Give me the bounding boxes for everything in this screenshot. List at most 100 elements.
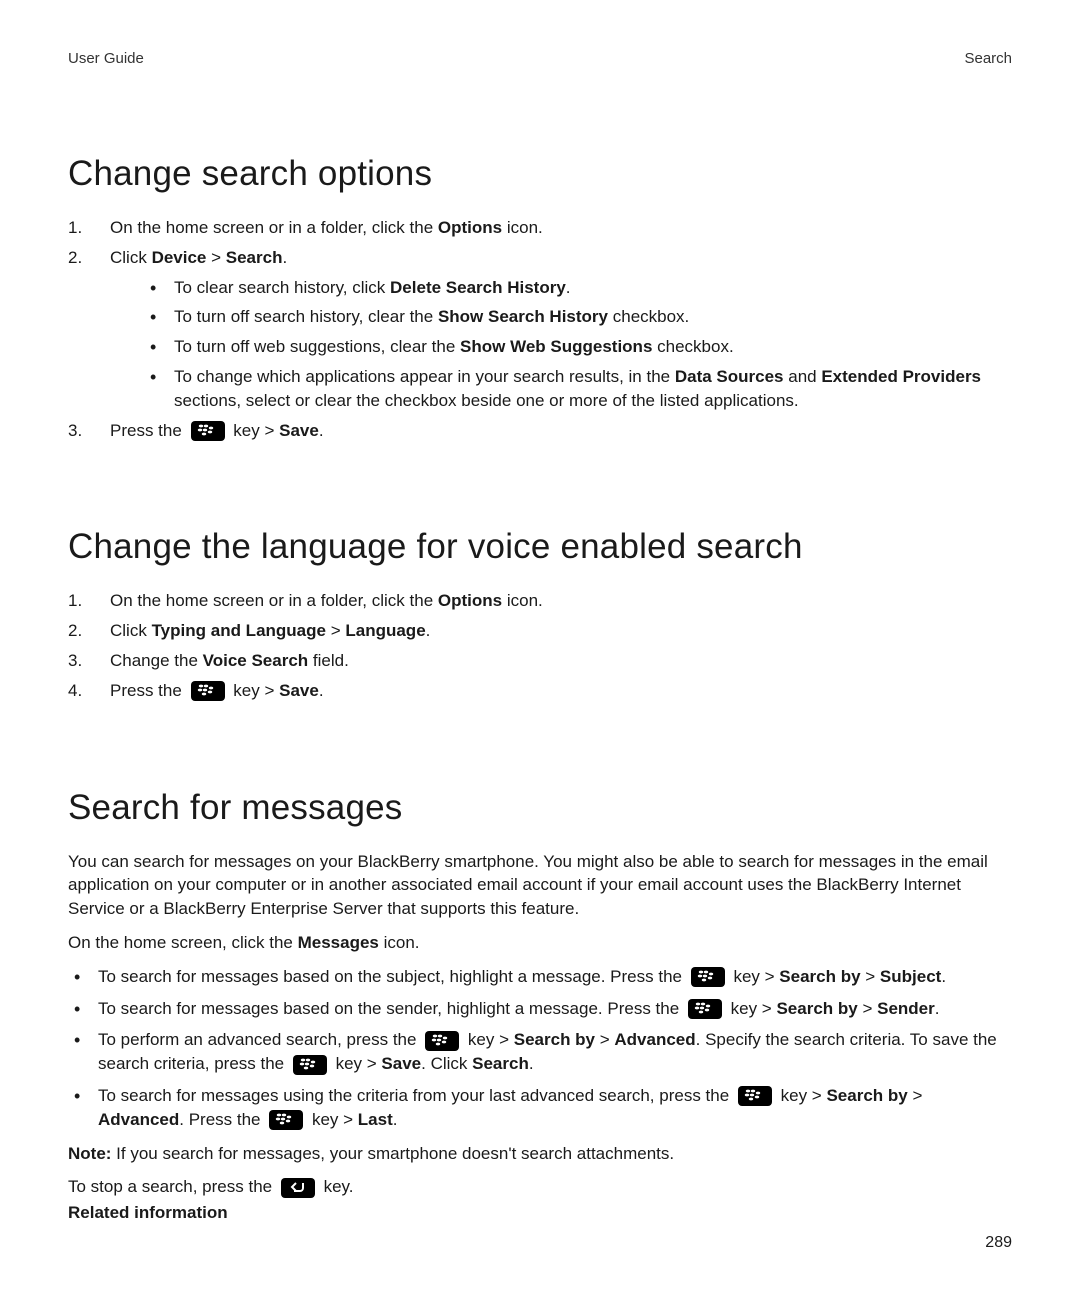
text: key > [776,1086,827,1105]
text: To turn off search history, clear the [174,307,438,326]
bullet-item: To search for messages based on the subj… [68,965,1012,989]
message-search-bullets: To search for messages based on the subj… [68,965,1012,1132]
blackberry-key-icon [691,967,725,987]
bold: Search by [779,967,860,986]
text: key > [726,999,777,1018]
step-4: Press the key > Save. [68,679,1012,703]
bold: Data Sources [675,367,784,386]
text: key > [307,1110,358,1129]
text: key > [229,421,280,440]
text: On the home screen or in a folder, click… [110,591,438,610]
text: > [861,967,880,986]
steps-change-search-options: On the home screen or in a folder, click… [68,216,1012,442]
related-info: Related information [68,1201,1012,1225]
bold: Typing and Language [152,621,326,640]
text: checkbox. [608,307,689,326]
bullet-item: To turn off search history, clear the Sh… [142,305,1012,329]
text: To change which applications appear in y… [174,367,675,386]
heading-search-messages: Search for messages [68,783,1012,832]
text: key > [463,1030,514,1049]
bullet-item: To perform an advanced search, press the… [68,1028,1012,1076]
text: . [282,248,287,267]
text: Click [110,248,152,267]
bold: Extended Providers [821,367,981,386]
bullet-item: To change which applications appear in y… [142,365,1012,413]
text: and [784,367,822,386]
step-2: Click Device > Search. To clear search h… [68,246,1012,413]
text: . [319,681,324,700]
back-key-icon [281,1178,315,1198]
bold: Subject [880,967,941,986]
blackberry-key-icon [425,1031,459,1051]
text: To clear search history, click [174,278,390,297]
bold: Sender [877,999,935,1018]
text: To perform an advanced search, press the [98,1030,421,1049]
bold: Search [226,248,283,267]
blackberry-key-icon [688,999,722,1019]
header-left: User Guide [68,48,144,69]
bullet-item: To clear search history, click Delete Se… [142,276,1012,300]
note-paragraph: Note: If you search for messages, your s… [68,1142,1012,1166]
text: . [566,278,571,297]
bold: Device [152,248,207,267]
text: Press the [110,681,187,700]
blackberry-key-icon [293,1055,327,1075]
bold: Show Search History [438,307,608,326]
text: Press the [110,421,187,440]
sub-bullets: To clear search history, click Delete Se… [142,276,1012,413]
header-right: Search [964,48,1012,69]
text: On the home screen or in a folder, click… [110,218,438,237]
bold: Show Web Suggestions [460,337,652,356]
text: To turn off web suggestions, clear the [174,337,460,356]
blackberry-key-icon [191,421,225,441]
bold: Related information [68,1203,228,1222]
bold: Save [279,681,319,700]
text: key > [729,967,780,986]
text: > [908,1086,923,1105]
bold: Last [358,1110,393,1129]
bold: Save [381,1054,421,1073]
text: . [529,1054,534,1073]
text: To search for messages based on the send… [98,999,684,1018]
document-page: User Guide Search Change search options … [0,0,1080,1296]
text: . [426,621,431,640]
heading-change-search-options: Change search options [68,149,1012,198]
text: > [206,248,225,267]
text: To search for messages using the criteri… [98,1086,734,1105]
blackberry-key-icon [191,681,225,701]
text: icon. [502,591,543,610]
bold: Options [438,591,502,610]
bullet-item: To search for messages based on the send… [68,997,1012,1021]
text: field. [308,651,349,670]
text: > [326,621,345,640]
page-number: 289 [985,1232,1012,1254]
text: To search for messages based on the subj… [98,967,687,986]
text: key > [331,1054,382,1073]
text: . Click [421,1054,472,1073]
bold: Search by [826,1086,907,1105]
step-3: Change the Voice Search field. [68,649,1012,673]
step-3: Press the key > Save. [68,419,1012,443]
stop-paragraph: To stop a search, press the key. [68,1175,1012,1199]
text: sections, select or clear the checkbox b… [174,391,799,410]
page-header: User Guide Search [68,48,1012,69]
bold: Search by [514,1030,595,1049]
steps-change-language: On the home screen or in a folder, click… [68,589,1012,702]
text: > [595,1030,614,1049]
text: Change the [110,651,203,670]
text: . Press the [179,1110,265,1129]
bold: Advanced [614,1030,695,1049]
text: . [935,999,940,1018]
bold: Note: [68,1144,111,1163]
bold: Search by [776,999,857,1018]
blackberry-key-icon [738,1086,772,1106]
bold: Search [472,1054,529,1073]
text: key. [319,1177,354,1196]
bold: Voice Search [203,651,309,670]
bold: Messages [298,933,379,952]
instruction-paragraph: On the home screen, click the Messages i… [68,931,1012,955]
step-1: On the home screen or in a folder, click… [68,216,1012,240]
text: key > [229,681,280,700]
bullet-item: To search for messages using the criteri… [68,1084,1012,1132]
bullet-item: To turn off web suggestions, clear the S… [142,335,1012,359]
